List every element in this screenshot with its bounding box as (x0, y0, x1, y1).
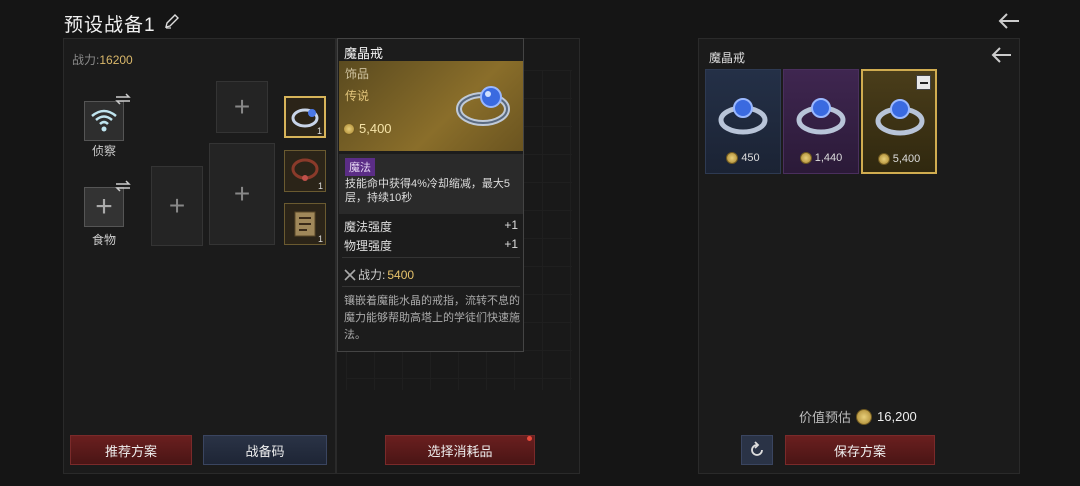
add-icon: + (168, 190, 186, 221)
remove-button[interactable] (916, 75, 931, 90)
tier-card-blue[interactable]: 450 (705, 69, 781, 174)
item-count: 1 (317, 181, 323, 191)
tier-card-purple[interactable]: 1,440 (783, 69, 859, 174)
back-arrow-icon[interactable] (996, 10, 1022, 32)
ring-icon (875, 99, 925, 136)
reset-button[interactable] (741, 435, 773, 465)
stat-row: 物理强度 +1 (344, 237, 518, 254)
item-name: 魔晶戒 (344, 46, 384, 61)
card-price-value: 1,440 (814, 152, 843, 164)
stat-value: +1 (504, 237, 518, 251)
scout-icon (91, 109, 117, 132)
item-description: 镶嵌着魔能水晶的戒指，流转不息的魔力能够帮助高塔上的学徒们快速施法。 (344, 295, 520, 341)
tier-card-gold[interactable]: 5,400 (861, 69, 937, 174)
ring-icon (718, 98, 768, 135)
effect-text: 技能命中获得4%冷却缩减，最大5层，持续10秒 (345, 178, 511, 204)
effect-tag: 魔法 (345, 158, 375, 176)
screen: 预设战备1 战力:16200 侦察 + 食物 + + + 1 1 1 推荐方案 … (0, 0, 1080, 486)
item-rarity: 传说 (345, 89, 370, 103)
card-price: 1,440 (784, 152, 858, 164)
item-power-value: 5400 (387, 267, 415, 282)
scout-slot[interactable] (84, 101, 124, 141)
notification-dot (527, 436, 532, 441)
item-count: 1 (317, 234, 323, 244)
weapon-slot[interactable]: + (151, 166, 203, 246)
item-header: 饰品 传说 5,400 (339, 61, 523, 151)
select-consumable-label: 选择消耗品 (427, 443, 493, 459)
food-label: 食物 (91, 233, 116, 247)
power-label: 战力: (72, 53, 100, 67)
food-slot[interactable]: + (84, 187, 124, 227)
gear-code-button[interactable]: 战备码 (203, 435, 327, 465)
stat-row: 魔法强度 +1 (344, 218, 518, 235)
edit-icon[interactable] (163, 12, 181, 30)
accessory-slot-necklace[interactable]: 1 (284, 150, 326, 192)
power-value: 16200 (99, 53, 133, 67)
add-icon: + (95, 190, 113, 223)
item-power-label: 战力: (358, 268, 386, 282)
item-tier-panel: 魔晶戒 450 1,440 5,400 价值预估 16,200 保存方案 (698, 38, 1020, 474)
coin-icon (856, 408, 873, 425)
swap-icon[interactable] (114, 179, 132, 193)
item-power: 战力: 5400 (344, 266, 414, 283)
coin-icon (877, 153, 890, 165)
card-price-value: 450 (741, 152, 760, 164)
stat-value: +1 (504, 218, 518, 232)
armor-slot[interactable]: + (209, 143, 275, 245)
page-title: 预设战备1 (64, 15, 156, 36)
card-price: 5,400 (863, 153, 935, 165)
refresh-icon (751, 441, 763, 456)
item-price: 5,400 (343, 121, 392, 136)
add-icon: + (233, 91, 251, 122)
value-estimate: 价值预估 16,200 (799, 407, 917, 426)
item-effect: 魔法 技能命中获得4%冷却缩减，最大5层，持续10秒 (339, 154, 523, 214)
accessory-slot-ring[interactable]: 1 (284, 96, 326, 138)
stat-name: 魔法强度 (344, 220, 393, 234)
save-plan-button[interactable]: 保存方案 (785, 435, 935, 465)
item-price-value: 5,400 (359, 121, 392, 136)
helmet-slot[interactable]: + (216, 81, 268, 133)
card-price: 450 (706, 152, 780, 164)
power-readout: 战力:16200 (72, 51, 133, 68)
coin-icon (726, 152, 739, 164)
divider (342, 286, 520, 287)
add-icon: + (233, 178, 251, 209)
item-count: 1 (316, 126, 322, 136)
scout-label: 侦察 (91, 144, 116, 158)
recommend-button[interactable]: 推荐方案 (70, 435, 192, 465)
ring-icon (456, 86, 510, 126)
crossed-swords-icon (344, 268, 356, 281)
accessory-slot-scroll[interactable]: 1 (284, 203, 326, 245)
panel-title: 魔晶戒 (709, 51, 746, 65)
swap-icon[interactable] (114, 92, 132, 106)
loadout-panel: 战力:16200 侦察 + 食物 + + + 1 1 1 推荐方案 战备码 (63, 38, 336, 474)
ring-icon (796, 98, 846, 135)
item-tooltip: 魔晶戒 饰品 传说 5,400 魔法 技能命中获得4%冷却缩减，最大5层，持续1… (337, 38, 524, 352)
card-price-value: 5,400 (892, 153, 921, 165)
divider (342, 257, 520, 258)
select-consumable-button[interactable]: 选择消耗品 (385, 435, 535, 465)
stat-name: 物理强度 (344, 239, 393, 253)
estimate-label: 价值预估 (799, 410, 852, 425)
item-type: 饰品 (345, 67, 370, 81)
coin-icon (799, 152, 812, 164)
estimate-value: 16,200 (877, 409, 917, 424)
back-arrow-icon[interactable] (990, 45, 1014, 65)
coin-icon (343, 122, 355, 135)
